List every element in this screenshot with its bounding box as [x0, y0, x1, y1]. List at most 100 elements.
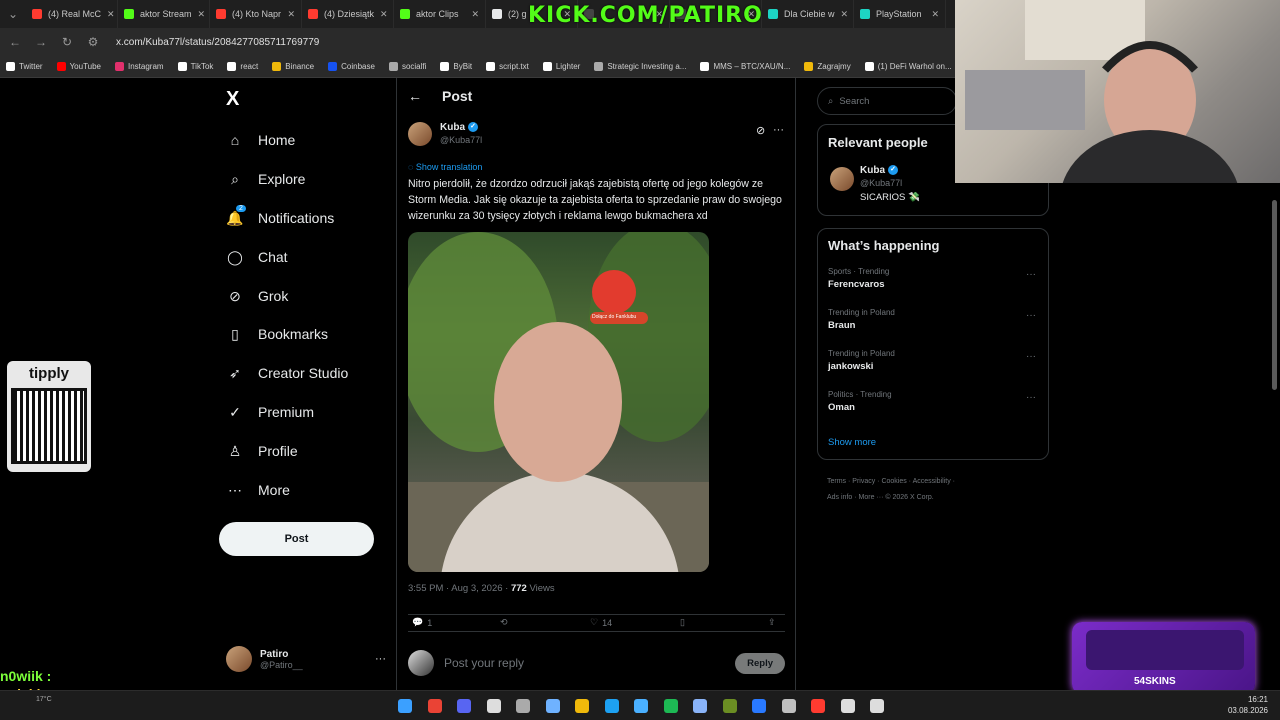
close-tab-icon[interactable]: ✕ [380, 9, 388, 20]
trend-item[interactable]: Trending in Poland jankowski [828, 349, 895, 372]
app-icon[interactable] [752, 699, 766, 713]
nav-item-premium[interactable]: ✓ Premium [226, 400, 314, 424]
trend-item[interactable]: Trending in Poland Braun [828, 308, 895, 331]
nav-item-chat[interactable]: ◯ Chat [226, 245, 287, 269]
address-bar[interactable]: x.com/Kuba77l/status/2084277085711769779 [116, 37, 319, 48]
app-icon[interactable] [693, 699, 707, 713]
browser-tab[interactable]: (4) Dziesiątk ✕ [302, 0, 394, 28]
show-translation-link[interactable]: ◌ Show translation [408, 162, 482, 172]
bookmark-action[interactable]: ▯ [680, 617, 685, 628]
discord-icon[interactable] [457, 699, 471, 713]
more-dots-icon[interactable]: ··· [1026, 310, 1036, 321]
steam-icon[interactable] [545, 699, 560, 713]
footer-line[interactable]: Terms · Privacy · Cookies · Accessibilit… [827, 474, 1027, 490]
bookmark-item[interactable]: Strategic Investing a... [594, 62, 686, 71]
weather-widget[interactable]: 17°C [36, 696, 52, 703]
browser-tab[interactable]: Dla Ciebie w ✕ [762, 0, 854, 28]
avatar[interactable] [408, 122, 432, 146]
more-dots-icon[interactable]: ··· [375, 653, 386, 665]
post-author[interactable]: Kuba ✓ @Kuba77l [408, 122, 482, 146]
folder-icon[interactable] [575, 699, 589, 713]
bookmark-item[interactable]: Twitter [6, 62, 43, 71]
nav-item-home[interactable]: ⌂ Home [226, 128, 296, 152]
close-tab-icon[interactable]: ✕ [287, 9, 295, 20]
like-action[interactable]: ♡ 14 [590, 617, 612, 628]
bookmark-item[interactable]: script.txt [486, 62, 529, 71]
avatar[interactable] [830, 167, 854, 191]
share-action[interactable]: ⇪ [768, 617, 776, 628]
account-switcher[interactable]: Patiro @Patiro__ ··· [226, 644, 386, 674]
bookmark-item[interactable]: react [227, 62, 258, 71]
app-icon[interactable] [870, 699, 884, 713]
app-icon[interactable] [486, 699, 501, 713]
browser-tab[interactable]: aktor Stream ✕ [118, 0, 210, 28]
post-video[interactable]: Dołącz do Fanklubu [408, 232, 709, 572]
back-arrow-icon[interactable]: ← [408, 88, 422, 104]
nav-item-grok[interactable]: ⊘ Grok [226, 284, 288, 308]
app-icon[interactable] [781, 699, 796, 713]
browser-tab[interactable]: aktor Clips ✕ [394, 0, 486, 28]
forward-arrow-icon[interactable]: → [34, 35, 48, 49]
browser-tab[interactable]: PlayStation ✕ [854, 0, 946, 28]
app-icon[interactable] [516, 699, 530, 713]
grok-icon[interactable]: ⊘ [756, 124, 765, 137]
bookmark-item[interactable]: Lighter [542, 62, 580, 71]
tab-list-icon[interactable]: ⌄ [6, 7, 20, 21]
app-icon[interactable] [634, 699, 648, 713]
app-icon[interactable] [722, 699, 737, 713]
trend-item[interactable]: Politics · Trending Oman [828, 390, 892, 413]
search-input[interactable]: ⌕ Search [817, 87, 957, 115]
more-dots-icon[interactable]: ··· [1026, 392, 1036, 403]
more-dots-icon[interactable]: ··· [773, 124, 784, 136]
nav-item-explore[interactable]: ⌕ Explore [226, 167, 305, 191]
start-icon[interactable] [398, 699, 412, 713]
nav-item-bookmarks[interactable]: ▯ Bookmarks [226, 322, 328, 346]
show-more-link[interactable]: Show more [828, 437, 876, 448]
close-tab-icon[interactable]: ✕ [198, 9, 206, 20]
spotify-icon[interactable] [663, 699, 678, 713]
chrome-icon[interactable] [427, 699, 442, 713]
bookmark-item[interactable]: Zagrajmy [804, 62, 851, 71]
close-tab-icon[interactable]: ✕ [471, 9, 479, 20]
close-tab-icon[interactable]: ✕ [931, 9, 939, 20]
reply-action[interactable]: 💬 1 [412, 617, 432, 628]
bookmark-item[interactable]: Coinbase [328, 62, 375, 71]
author-name[interactable]: Kuba [440, 122, 465, 133]
browser-tab[interactable]: (4) Real McC ✕ [26, 0, 118, 28]
footer-line[interactable]: Ads info · More ··· © 2026 X Corp. [827, 490, 1027, 506]
nav-item-notifications[interactable]: 🔔 2 Notifications [226, 205, 334, 230]
scrollbar[interactable] [1272, 200, 1277, 390]
reply-input[interactable]: Post your reply [444, 656, 524, 670]
system-clock[interactable]: 16:21 03.08.2026 [1228, 694, 1268, 716]
more-dots-icon[interactable]: ··· [1026, 351, 1036, 362]
repost-action[interactable]: ⟲ [500, 617, 508, 628]
site-info-icon[interactable]: ⚙ [86, 35, 100, 49]
nav-item-profile[interactable]: ♙ Profile [226, 439, 298, 463]
author-handle[interactable]: @Kuba77l [440, 135, 482, 145]
bookmark-item[interactable]: TikTok [177, 62, 213, 71]
trend-item[interactable]: Sports · Trending Ferencvaros [828, 267, 889, 290]
x-logo-icon[interactable]: X [226, 88, 239, 111]
edge-icon[interactable] [604, 699, 619, 713]
app-icon[interactable] [811, 699, 825, 713]
nav-item-more[interactable]: ⋯ More [226, 478, 290, 502]
bookmark-item[interactable]: ByBit [440, 62, 472, 71]
more-dots-icon[interactable]: ··· [1026, 269, 1036, 280]
bookmark-item[interactable]: socialfi [388, 62, 426, 71]
bookmark-item[interactable]: Instagram [115, 62, 164, 71]
reload-icon[interactable]: ↻ [60, 35, 74, 49]
post-time[interactable]: 3:55 PM · Aug 3, 2026 · [408, 583, 508, 594]
nav-item-creator-studio[interactable]: ➶ Creator Studio [226, 361, 348, 385]
close-tab-icon[interactable]: ✕ [841, 9, 849, 20]
bookmark-item[interactable]: YouTube [56, 62, 101, 71]
post-button[interactable]: Post [219, 522, 374, 556]
bookmark-item[interactable]: (1) DeFi Warhol on... [864, 62, 952, 71]
bookmark-item[interactable]: Binance [272, 62, 314, 71]
back-arrow-icon[interactable]: ← [8, 35, 22, 49]
browser-tab[interactable]: (4) Kto Napr ✕ [210, 0, 302, 28]
bookmark-item[interactable]: MMS – BTC/XAU/N... [700, 62, 790, 71]
close-tab-icon[interactable]: ✕ [107, 9, 115, 20]
reply-button[interactable]: Reply [735, 652, 785, 674]
person-info[interactable]: Kuba ✓ @Kuba77l SICARIOS 💸 [860, 165, 920, 203]
app-icon[interactable] [840, 699, 855, 713]
